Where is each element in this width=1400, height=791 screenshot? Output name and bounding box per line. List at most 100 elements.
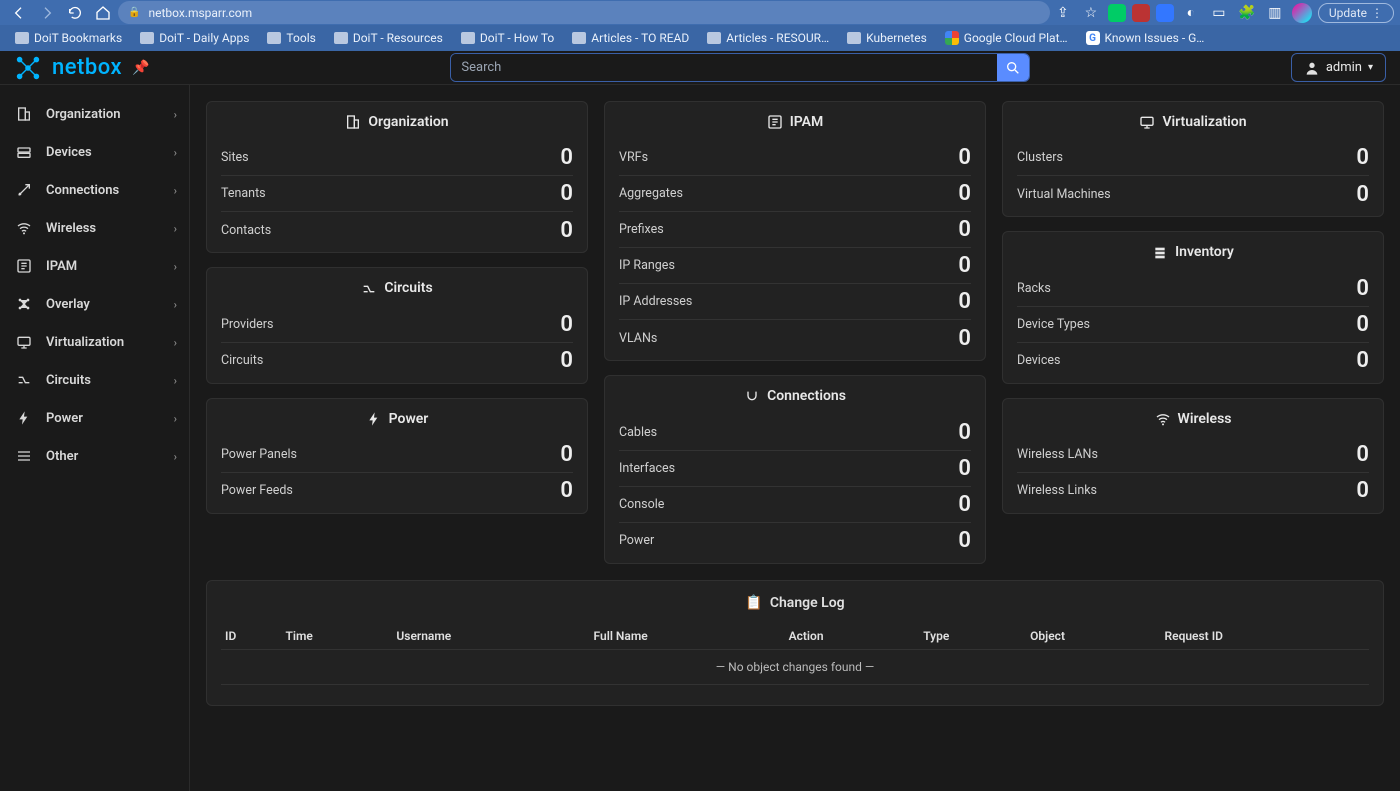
stat-row[interactable]: Contacts 0 (221, 212, 573, 248)
stat-value: 0 (958, 181, 971, 206)
netbox-logo-icon (14, 54, 42, 82)
card-wireless: Wireless Wireless LANs 0 Wireless Links … (1002, 398, 1384, 514)
sidebar-item-other[interactable]: Other › (0, 437, 189, 475)
app-shell: netbox 📌 admin ▾ Organization › Devices … (0, 51, 1400, 791)
card-ipam: IPAM VRFs 0 Aggregates 0 Prefixes 0 IP R… (604, 101, 986, 361)
sidebar-item-circuits[interactable]: Circuits › (0, 361, 189, 399)
stat-row[interactable]: Interfaces 0 (619, 451, 971, 487)
changelog-col-header[interactable]: Object (1026, 623, 1160, 650)
side-panel-icon[interactable]: ▥ (1264, 2, 1286, 24)
stat-row[interactable]: Devices 0 (1017, 343, 1369, 379)
stat-row[interactable]: Cables 0 (619, 415, 971, 451)
ext-square-icon[interactable]: ▭ (1208, 2, 1230, 24)
changelog-col-header[interactable]: Type (919, 623, 1026, 650)
stat-row[interactable]: Wireless Links 0 (1017, 473, 1369, 509)
bookmark-item[interactable]: Articles - TO READ (565, 28, 696, 48)
stat-value: 0 (560, 218, 573, 243)
logo-region[interactable]: netbox 📌 (14, 54, 190, 82)
sidebar-item-overlay[interactable]: Overlay › (0, 285, 189, 323)
sidebar-item-ipam[interactable]: IPAM › (0, 247, 189, 285)
chevron-right-icon: › (174, 336, 177, 349)
ext-blue-icon[interactable] (1156, 4, 1174, 22)
card-title: Power (389, 411, 429, 427)
stat-label: Power Feeds (221, 483, 293, 498)
dashboard-col-3: Virtualization Clusters 0 Virtual Machin… (1002, 101, 1384, 564)
stat-row[interactable]: Console 0 (619, 487, 971, 523)
clipboard-icon: 📋 (745, 595, 762, 611)
ext-circle-icon[interactable]: ◐ (1180, 2, 1202, 24)
user-menu[interactable]: admin ▾ (1291, 53, 1386, 82)
sidebar-item-organization[interactable]: Organization › (0, 95, 189, 133)
ext-green-icon[interactable] (1108, 4, 1126, 22)
changelog-col-header[interactable]: ID (221, 623, 281, 650)
sidebar-item-virtualization[interactable]: Virtualization › (0, 323, 189, 361)
stat-row[interactable]: Virtual Machines 0 (1017, 176, 1369, 212)
stat-row[interactable]: Tenants 0 (221, 176, 573, 212)
bookmark-label: Known Issues - G… (1105, 31, 1205, 45)
stat-row[interactable]: VLANs 0 (619, 320, 971, 356)
stat-value: 0 (560, 478, 573, 503)
search-button[interactable] (997, 54, 1029, 81)
stat-value: 0 (1356, 145, 1369, 170)
stat-row[interactable]: IP Ranges 0 (619, 248, 971, 284)
changelog-col-header[interactable]: Username (392, 623, 589, 650)
extensions-icon[interactable]: 🧩 (1236, 2, 1258, 24)
bookmark-item[interactable]: GKnown Issues - G… (1079, 28, 1212, 48)
bookmark-item[interactable]: DoiT - Resources (327, 28, 450, 48)
bookmark-item[interactable]: Google Cloud Plat… (938, 28, 1075, 48)
stat-label: Cables (619, 425, 657, 440)
stat-row[interactable]: Providers 0 (221, 307, 573, 343)
sidebar-item-power[interactable]: Power › (0, 399, 189, 437)
reload-button[interactable] (62, 2, 88, 24)
changelog-col-header[interactable]: Action (785, 623, 920, 650)
stat-row[interactable]: Wireless LANs 0 (1017, 437, 1369, 473)
stat-row[interactable]: Clusters 0 (1017, 140, 1369, 176)
stat-row[interactable]: Aggregates 0 (619, 176, 971, 212)
card-inventory: Inventory Racks 0 Device Types 0 Devices… (1002, 231, 1384, 383)
home-button[interactable] (90, 2, 116, 24)
bookmark-item[interactable]: Tools (260, 28, 322, 48)
bookmarks-bar: DoiT BookmarksDoiT - Daily AppsToolsDoiT… (0, 25, 1400, 51)
stat-row[interactable]: Racks 0 (1017, 271, 1369, 307)
stat-row[interactable]: Device Types 0 (1017, 307, 1369, 343)
stat-row[interactable]: Power Panels 0 (221, 437, 573, 473)
stat-row[interactable]: Power 0 (619, 523, 971, 559)
bookmark-item[interactable]: DoiT - How To (454, 28, 561, 48)
profile-avatar[interactable] (1292, 3, 1312, 23)
sidebar-item-wireless[interactable]: Wireless › (0, 209, 189, 247)
bookmark-item[interactable]: DoiT - Daily Apps (133, 28, 256, 48)
stat-row[interactable]: Sites 0 (221, 140, 573, 176)
stat-row[interactable]: VRFs 0 (619, 140, 971, 176)
stat-label: Console (619, 497, 664, 512)
forward-button[interactable] (34, 2, 60, 24)
folder-icon (267, 32, 281, 44)
ext-red-icon[interactable] (1132, 4, 1150, 22)
changelog-col-header[interactable]: Request ID (1161, 623, 1370, 650)
search-input[interactable] (451, 54, 997, 81)
stat-row[interactable]: IP Addresses 0 (619, 284, 971, 320)
share-icon[interactable]: ⇪ (1052, 2, 1074, 24)
stat-value: 0 (958, 217, 971, 242)
bookmark-item[interactable]: Kubernetes (840, 28, 934, 48)
sidebar-item-devices[interactable]: Devices › (0, 133, 189, 171)
chevron-right-icon: › (174, 146, 177, 159)
star-icon[interactable]: ☆ (1080, 2, 1102, 24)
pin-icon[interactable]: 📌 (132, 60, 149, 76)
stat-value: 0 (958, 420, 971, 445)
sidebar-item-connections[interactable]: Connections › (0, 171, 189, 209)
back-button[interactable] (6, 2, 32, 24)
changelog-col-header[interactable]: Time (281, 623, 392, 650)
bookmark-item[interactable]: Articles - RESOUR… (700, 28, 836, 48)
stat-value: 0 (560, 348, 573, 373)
update-button[interactable]: Update ⋮ (1318, 3, 1394, 23)
address-bar[interactable]: 🔒 netbox.msparr.com (118, 1, 1050, 24)
stat-row[interactable]: Prefixes 0 (619, 212, 971, 248)
folder-icon (847, 32, 861, 44)
changelog-col-header[interactable]: Full Name (590, 623, 785, 650)
stat-label: Clusters (1017, 150, 1063, 165)
dashboard-col-2: IPAM VRFs 0 Aggregates 0 Prefixes 0 IP R… (604, 101, 986, 564)
stat-row[interactable]: Circuits 0 (221, 343, 573, 379)
update-label: Update (1329, 6, 1367, 20)
stat-row[interactable]: Power Feeds 0 (221, 473, 573, 509)
bookmark-item[interactable]: DoiT Bookmarks (8, 28, 129, 48)
